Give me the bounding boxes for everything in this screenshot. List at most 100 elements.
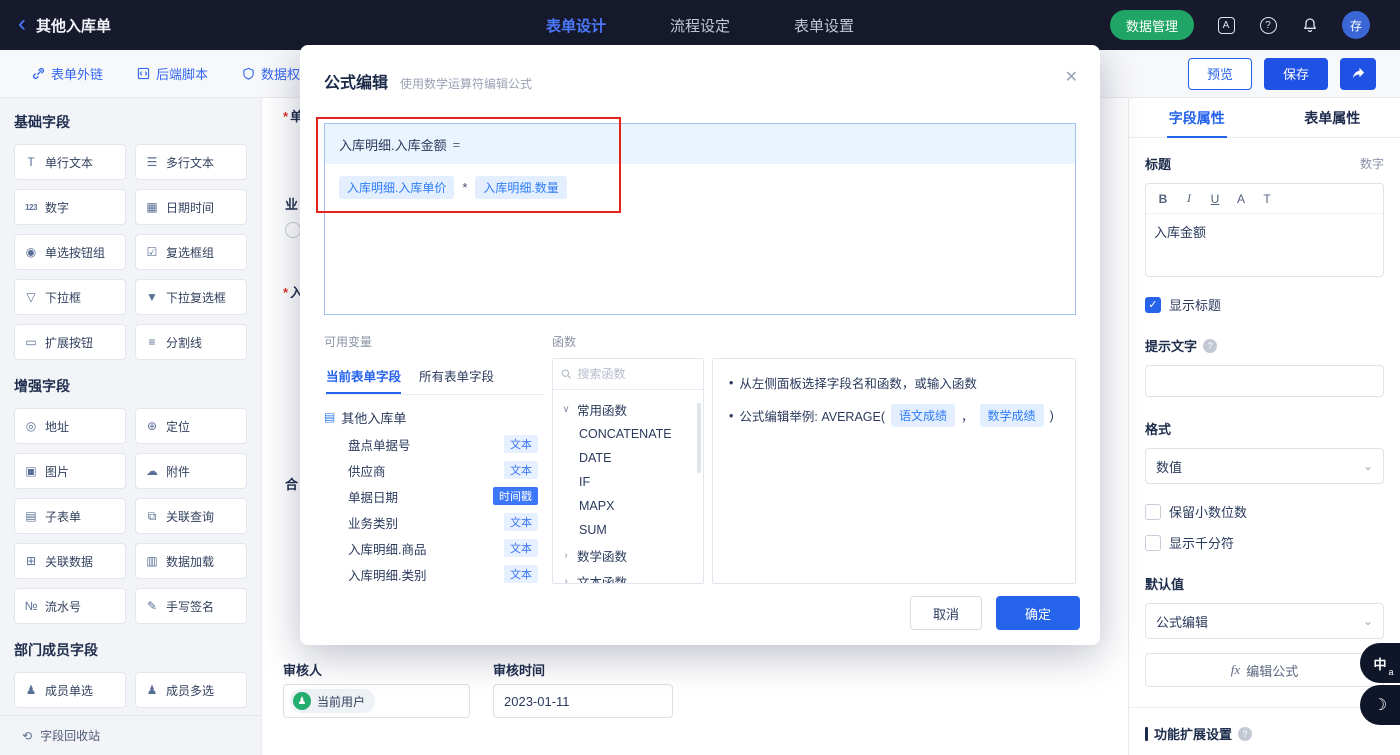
- field-radio-group[interactable]: ◉ 单选按钮组: [14, 234, 126, 270]
- bell-icon[interactable]: [1300, 15, 1320, 35]
- thousand-separator-option[interactable]: 显示千分符: [1145, 533, 1384, 552]
- default-value-select[interactable]: 公式编辑 ⌄: [1145, 603, 1384, 639]
- translate-button[interactable]: 中a: [1360, 643, 1400, 683]
- field-extend-button[interactable]: ▭ 扩展按钮: [14, 324, 126, 360]
- widget-type-badge: 数字: [1359, 157, 1384, 171]
- form-link-button[interactable]: 表单外链: [32, 64, 103, 83]
- tree-field[interactable]: 盘点单据号 文本: [324, 431, 544, 457]
- radio-option[interactable]: [285, 222, 301, 238]
- formula-editor[interactable]: 入库明细.入库金额 = 入库明细.入库单价 * 入库明细.数量: [324, 123, 1076, 315]
- edit-formula-button[interactable]: fx 编辑公式: [1145, 653, 1384, 687]
- review-time-input[interactable]: [504, 693, 680, 709]
- function-search-input[interactable]: [577, 367, 695, 382]
- help-example-prefix: 公式编辑举例: AVERAGE(: [739, 410, 886, 424]
- back-group[interactable]: ‹ 其他入库单: [0, 11, 112, 36]
- chevron-down-icon: ⌄: [1362, 459, 1373, 473]
- format-select[interactable]: 数值 ⌄: [1145, 448, 1384, 484]
- tab-current-form-fields[interactable]: 当前表单字段: [326, 358, 402, 394]
- save-button[interactable]: 保存: [1264, 57, 1328, 90]
- review-time-field[interactable]: [493, 684, 680, 718]
- current-user-chip[interactable]: ♟ 当前用户: [290, 689, 376, 713]
- field-divider[interactable]: ≡ 分割线: [135, 324, 247, 360]
- moon-icon: ☽: [1372, 697, 1388, 714]
- field-linked-data[interactable]: ⊞ 关联数据: [14, 543, 126, 579]
- data-permission-button[interactable]: 数据权: [242, 64, 300, 83]
- field-checkbox-group[interactable]: ☑ 复选框组: [135, 234, 247, 270]
- formula-token-unit-price[interactable]: 入库明细.入库单价: [339, 176, 455, 199]
- dark-mode-button[interactable]: ☽: [1360, 685, 1400, 725]
- field-location[interactable]: ⊕ 定位: [135, 408, 247, 444]
- checkbox-unchecked-icon[interactable]: [1145, 534, 1161, 551]
- extension-help-icon[interactable]: ?: [1238, 726, 1253, 741]
- font-color-button[interactable]: A: [1228, 192, 1254, 206]
- tree-field[interactable]: 入库明细.商品 文本: [324, 535, 544, 561]
- tree-field[interactable]: 业务类别 文本: [324, 509, 544, 535]
- hint-help-icon[interactable]: ?: [1203, 338, 1218, 353]
- checkbox-unchecked-icon[interactable]: [1145, 503, 1161, 520]
- function-group-math[interactable]: › 数学函数: [553, 542, 703, 568]
- avatar[interactable]: 存: [1342, 11, 1370, 39]
- underline-button[interactable]: U: [1202, 192, 1228, 206]
- font-size-button[interactable]: T: [1254, 192, 1280, 206]
- reviewer-field[interactable]: ♟ 当前用户: [283, 684, 470, 718]
- field-data-load[interactable]: ▥ 数据加载: [135, 543, 247, 579]
- tab-all-form-fields[interactable]: 所有表单字段: [419, 358, 494, 394]
- number-icon: 123: [25, 202, 37, 212]
- language-icon[interactable]: A: [1216, 15, 1236, 35]
- function-item[interactable]: IF: [553, 470, 703, 494]
- hint-input[interactable]: [1145, 365, 1384, 397]
- link-icon: [32, 67, 45, 80]
- field-image[interactable]: ▣ 图片: [14, 453, 126, 489]
- cancel-button[interactable]: 取消: [910, 596, 982, 630]
- tab-form-design[interactable]: 表单设计: [546, 15, 606, 36]
- help-icon[interactable]: ?: [1258, 15, 1278, 35]
- tree-field[interactable]: 单据日期 时间戳: [324, 483, 544, 509]
- field-number[interactable]: 123 数字: [14, 189, 126, 225]
- default-value-label: 默认值: [1145, 577, 1185, 592]
- function-item[interactable]: SUM: [553, 518, 703, 542]
- tab-form-settings[interactable]: 表单设置: [794, 15, 854, 36]
- scrollbar[interactable]: [697, 403, 701, 473]
- function-item[interactable]: MAPX: [553, 494, 703, 518]
- field-datetime[interactable]: ▦ 日期时间: [135, 189, 247, 225]
- field-signature[interactable]: ✎ 手写签名: [135, 588, 247, 624]
- tab-flow-settings[interactable]: 流程设定: [670, 15, 730, 36]
- field-dropdown[interactable]: ▽ 下拉框: [14, 279, 126, 315]
- function-item[interactable]: CONCATENATE: [553, 422, 703, 446]
- tree-root[interactable]: ▤ 其他入库单: [324, 403, 544, 431]
- field-serial-number[interactable]: № 流水号: [14, 588, 126, 624]
- tab-field-properties[interactable]: 字段属性: [1129, 98, 1265, 138]
- show-title-option[interactable]: ✓ 显示标题: [1145, 295, 1384, 314]
- confirm-button[interactable]: 确定: [996, 596, 1080, 630]
- field-multi-line-text[interactable]: ☰ 多行文本: [135, 144, 247, 180]
- tab-form-properties[interactable]: 表单属性: [1265, 98, 1400, 137]
- back-icon[interactable]: ‹: [18, 11, 26, 36]
- data-manage-button[interactable]: 数据管理: [1109, 10, 1194, 40]
- field-member-single[interactable]: ♟ 成员单选: [14, 672, 126, 708]
- rich-toolbar: B I U A T: [1146, 184, 1383, 214]
- field-attachment[interactable]: ☁ 附件: [135, 453, 247, 489]
- function-group-common[interactable]: ∨ 常用函数: [553, 396, 703, 422]
- field-member-multi[interactable]: ♟ 成员多选: [135, 672, 247, 708]
- close-icon[interactable]: ✕: [1065, 67, 1078, 87]
- page-title: 其他入库单: [36, 17, 112, 35]
- field-recycle-bin[interactable]: ⟲ 字段回收站: [0, 715, 261, 755]
- function-item[interactable]: DATE: [553, 446, 703, 470]
- decimal-option[interactable]: 保留小数位数: [1145, 502, 1384, 521]
- preview-button[interactable]: 预览: [1188, 57, 1252, 90]
- field-subform[interactable]: ▤ 子表单: [14, 498, 126, 534]
- italic-button[interactable]: I: [1176, 191, 1202, 206]
- checkbox-checked-icon[interactable]: ✓: [1145, 296, 1161, 313]
- backend-script-button[interactable]: 后端脚本: [137, 64, 208, 83]
- field-address[interactable]: ◎ 地址: [14, 408, 126, 444]
- example-chip: 语文成绩: [891, 404, 956, 427]
- field-single-line-text[interactable]: T 单行文本: [14, 144, 126, 180]
- title-value-input[interactable]: 入库金额: [1146, 214, 1383, 276]
- share-button[interactable]: [1340, 57, 1376, 90]
- bold-button[interactable]: B: [1150, 192, 1176, 206]
- field-multi-dropdown[interactable]: ▼ 下拉复选框: [135, 279, 247, 315]
- formula-token-quantity[interactable]: 入库明细.数量: [475, 176, 567, 199]
- tree-field[interactable]: 供应商 文本: [324, 457, 544, 483]
- linked-data-icon: ⊞: [25, 554, 37, 568]
- field-linked-query[interactable]: ⧉ 关联查询: [135, 498, 247, 534]
